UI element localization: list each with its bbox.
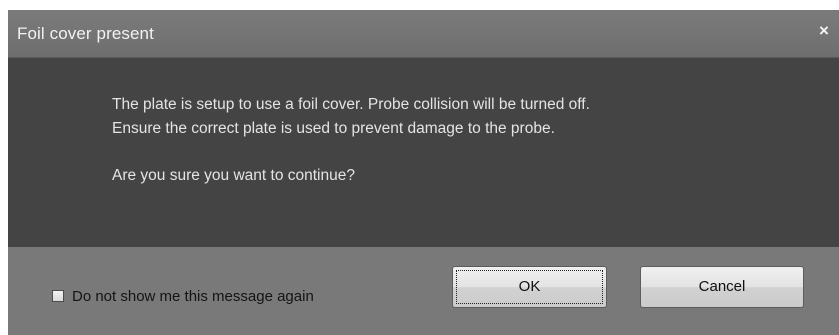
dialog-titlebar[interactable]: Foil cover present × xyxy=(8,10,839,58)
ok-button[interactable]: OK xyxy=(452,266,607,308)
message-line-1: The plate is setup to use a foil cover. … xyxy=(112,96,590,113)
dialog-title: Foil cover present xyxy=(17,24,154,43)
checkbox-box[interactable] xyxy=(52,290,64,302)
checkbox-label[interactable]: Do not show me this message again xyxy=(72,288,314,305)
cancel-button-label: Cancel xyxy=(698,278,746,295)
focus-ring xyxy=(456,270,603,304)
close-icon[interactable]: × xyxy=(815,22,833,40)
dialog-window: Foil cover present × The plate is setup … xyxy=(8,10,839,335)
confirm-question: Are you sure you want to continue? xyxy=(112,167,355,184)
do-not-show-again-checkbox[interactable]: Do not show me this message again xyxy=(52,287,314,305)
message-area: The plate is setup to use a foil cover. … xyxy=(8,58,839,247)
dialog-footer: Do not show me this message again OK Can… xyxy=(8,247,839,335)
cancel-button[interactable]: Cancel xyxy=(640,266,804,308)
message-line-2: Ensure the correct plate is used to prev… xyxy=(112,120,555,137)
